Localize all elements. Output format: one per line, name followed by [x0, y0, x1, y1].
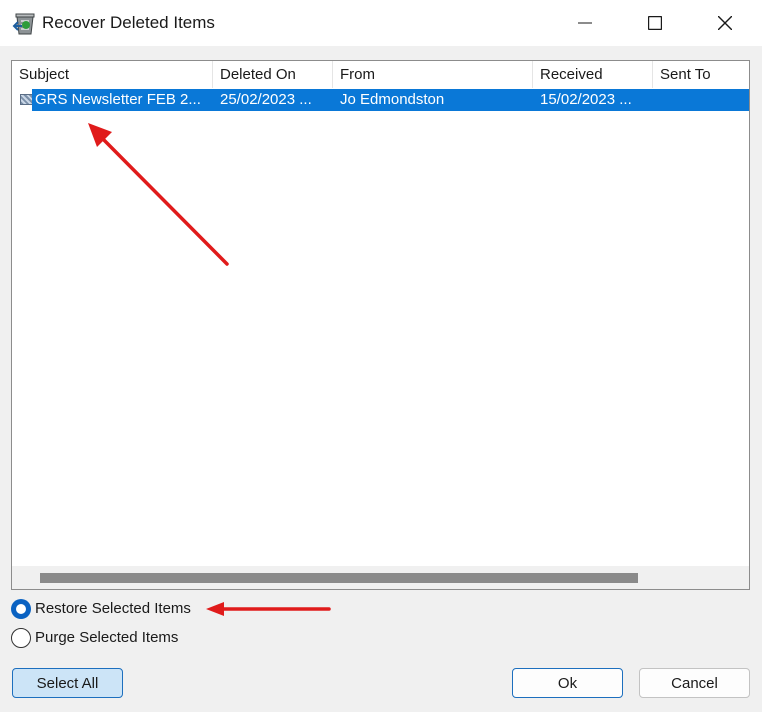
cell-sent-to — [660, 89, 746, 111]
ok-button[interactable]: Ok — [512, 668, 623, 698]
horizontal-scrollbar[interactable] — [12, 566, 749, 589]
scrollbar-thumb[interactable] — [40, 573, 638, 583]
column-header-row: Subject Deleted On From Received Sent To — [12, 61, 749, 88]
minimize-icon — [578, 22, 592, 24]
column-header-received[interactable]: Received — [533, 61, 653, 88]
title-bar: Recover Deleted Items — [0, 0, 762, 46]
minimize-button[interactable] — [562, 0, 608, 46]
restore-radio[interactable] — [11, 599, 31, 619]
restore-label: Restore Selected Items — [35, 600, 191, 617]
maximize-icon — [648, 16, 662, 30]
select-all-button[interactable]: Select All — [12, 668, 123, 698]
cancel-button[interactable]: Cancel — [639, 668, 750, 698]
cell-from: Jo Edmondston — [340, 91, 445, 108]
cell-deleted-on: 25/02/2023 ... — [220, 91, 312, 108]
arrow-to-restore-annotation — [206, 602, 331, 616]
table-row[interactable]: GRS Newsletter FEB 2... 25/02/2023 ... J… — [32, 89, 749, 111]
deleted-items-list[interactable]: Subject Deleted On From Received Sent To… — [11, 60, 750, 590]
cell-received: 15/02/2023 ... — [540, 91, 632, 108]
close-icon — [718, 16, 732, 30]
column-header-from[interactable]: From — [333, 61, 533, 88]
column-header-sent-to[interactable]: Sent To — [653, 61, 749, 88]
purge-label: Purge Selected Items — [35, 629, 179, 646]
window-title: Recover Deleted Items — [42, 13, 215, 32]
recycle-bin-icon — [12, 13, 35, 35]
column-header-subject[interactable]: Subject — [12, 61, 213, 88]
close-button[interactable] — [702, 0, 748, 46]
purge-radio[interactable] — [11, 628, 31, 648]
maximize-button[interactable] — [632, 0, 678, 46]
column-header-deleted-on[interactable]: Deleted On — [213, 61, 333, 88]
cell-subject: GRS Newsletter FEB 2... — [35, 91, 201, 108]
